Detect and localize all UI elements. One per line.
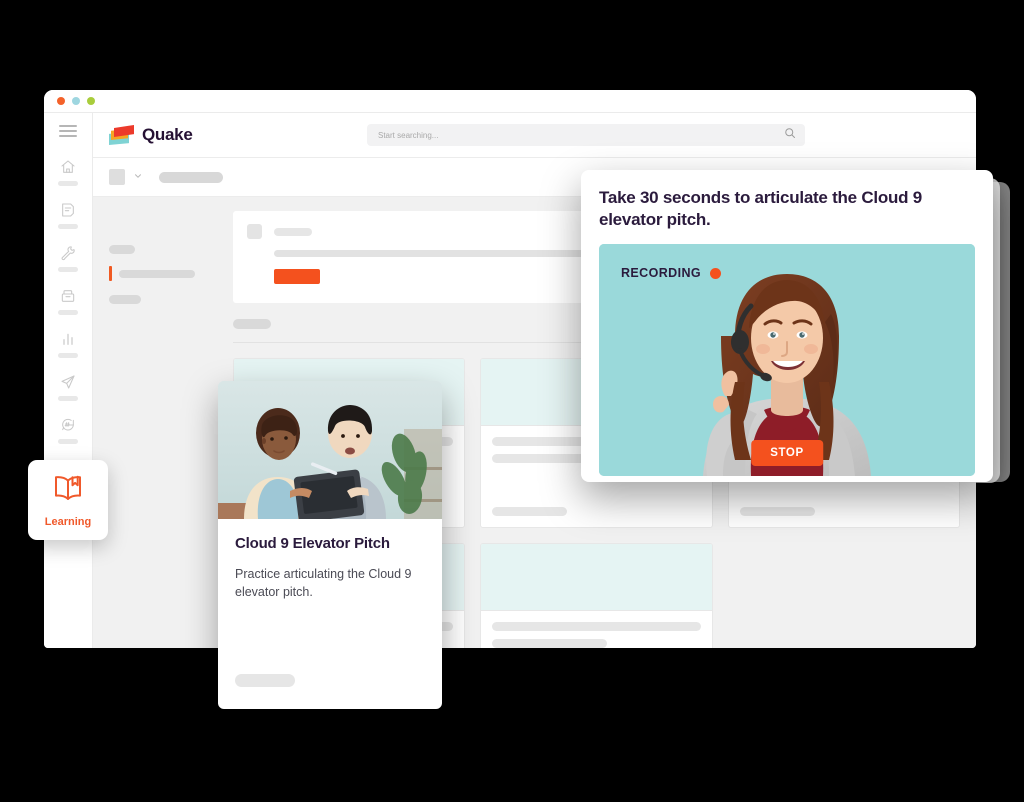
file-box-icon	[60, 288, 76, 304]
nav-item-active[interactable]	[109, 266, 233, 281]
pitch-card-description: Practice articulating the Cloud 9 elevat…	[235, 567, 412, 600]
maximize-traffic-light[interactable]	[87, 97, 95, 105]
home-icon	[60, 159, 76, 175]
card-title-placeholder	[492, 622, 701, 631]
sidebar-item-label	[58, 353, 78, 358]
card-thumbnail	[481, 544, 712, 611]
sidebar-item-label	[58, 396, 78, 401]
sidebar-item-label	[58, 267, 78, 272]
app-topbar: Quake	[93, 112, 976, 158]
hamburger-icon[interactable]	[59, 125, 77, 137]
promo-title-placeholder	[274, 227, 312, 236]
search-input[interactable]	[376, 129, 784, 141]
learning-badge[interactable]: Learning	[28, 460, 108, 540]
recording-card-title: Take 30 seconds to articulate the Cloud …	[599, 188, 922, 230]
paper-plane-icon	[60, 374, 76, 390]
brand-logo[interactable]: Quake	[109, 125, 359, 145]
nav-placeholder	[109, 295, 141, 304]
stop-recording-button[interactable]: STOP	[751, 440, 823, 467]
nav-item-placeholder	[119, 269, 195, 278]
search-icon[interactable]	[784, 126, 796, 144]
card-meta-placeholder	[492, 507, 568, 516]
workspace-selector-thumb[interactable]	[109, 169, 125, 185]
search-bar[interactable]	[367, 124, 805, 146]
pitch-card-photo	[218, 381, 442, 519]
card-meta-placeholder	[739, 507, 815, 516]
minimize-traffic-light[interactable]	[72, 97, 80, 105]
sidebar-item-label	[58, 181, 78, 186]
recording-video: RECORDING STOP	[599, 244, 975, 477]
nav-placeholder	[109, 245, 135, 254]
chat-hash-icon	[60, 417, 76, 433]
pitch-card-title: Cloud 9 Elevator Pitch	[235, 535, 390, 552]
elevator-pitch-card[interactable]: Cloud 9 Elevator Pitch Practice articula…	[218, 381, 442, 709]
card-subtitle-placeholder	[492, 639, 607, 648]
pitch-card-meta-placeholder	[235, 674, 295, 687]
sidebar-item-notes[interactable]	[58, 202, 78, 229]
chevron-down-icon[interactable]	[133, 168, 143, 186]
recording-indicator-dot	[710, 267, 721, 279]
sidebar-item-label	[58, 310, 78, 315]
note-icon	[60, 202, 76, 218]
sidebar-item-channels[interactable]	[58, 417, 78, 444]
sidebar-item-home[interactable]	[58, 159, 78, 186]
sidebar-nav	[44, 112, 93, 648]
sidebar-item-files[interactable]	[58, 288, 78, 315]
workspace-left-nav	[93, 197, 233, 648]
learning-badge-label: Learning	[44, 515, 92, 528]
sidebar-item-analytics[interactable]	[58, 331, 78, 358]
quake-logo-icon	[109, 125, 135, 145]
active-indicator	[109, 266, 112, 281]
sidebar-item-send[interactable]	[58, 374, 78, 401]
sidebar-item-tools[interactable]	[58, 245, 78, 272]
card-body	[481, 611, 711, 648]
primary-cta-button[interactable]	[274, 269, 320, 284]
section-heading-placeholder	[233, 319, 271, 329]
window-titlebar	[44, 90, 976, 112]
pitch-card-footer	[218, 674, 442, 709]
wrench-icon	[60, 245, 76, 261]
sidebar-item-label	[58, 224, 78, 229]
card-footer	[481, 507, 711, 527]
avatar	[247, 224, 262, 239]
pitch-card-text: Cloud 9 Elevator Pitch Practice articula…	[218, 519, 442, 601]
recording-status-label: RECORDING	[621, 266, 701, 281]
recording-card: Take 30 seconds to articulate the Cloud …	[581, 170, 993, 482]
content-card[interactable]	[480, 543, 713, 648]
close-traffic-light[interactable]	[57, 97, 65, 105]
open-book-icon	[51, 473, 85, 508]
bar-chart-icon	[60, 331, 76, 347]
breadcrumb-placeholder	[159, 171, 223, 183]
recording-status: RECORDING	[621, 266, 721, 280]
card-footer	[729, 507, 959, 527]
sidebar-item-label	[58, 439, 78, 444]
brand-name: Quake	[142, 125, 193, 144]
